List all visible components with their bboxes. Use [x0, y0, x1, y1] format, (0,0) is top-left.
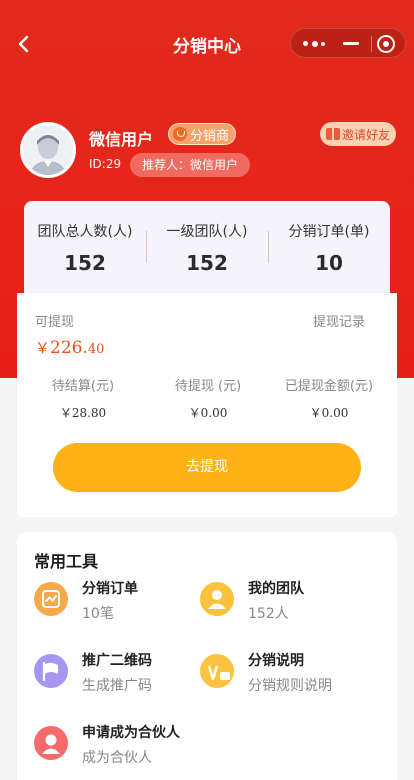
- order-icon: [34, 582, 68, 616]
- invite-label: 邀请好友: [341, 127, 390, 142]
- flag-icon: [34, 654, 68, 688]
- more-dots-icon: [321, 42, 325, 46]
- sub-value: ￥0.00: [188, 406, 228, 420]
- tool-title: 申请成为合伙人: [82, 725, 180, 741]
- invite-friends-button[interactable]: 邀请好友: [320, 122, 396, 146]
- capsule-divider: [371, 36, 372, 52]
- tool-subtitle: 152人: [248, 606, 289, 622]
- referrer-tag: 推荐人：微信用户: [130, 153, 251, 177]
- amount-integer: 226.: [50, 338, 88, 358]
- amount-currency: ￥: [35, 339, 51, 357]
- role-badge: 分销商: [168, 123, 237, 145]
- stat-team-total[interactable]: 团队总人数(人) 152: [24, 221, 146, 275]
- stat-value: 152: [64, 251, 106, 275]
- tool-promo-qrcode[interactable]: 推广二维码 生成推广码: [34, 650, 214, 702]
- avatar[interactable]: [20, 122, 76, 178]
- amount-decimal: 40: [87, 342, 105, 357]
- tool-my-team[interactable]: 我的团队 152人: [200, 578, 380, 630]
- partner-icon: [34, 726, 68, 760]
- tools-title: 常用工具: [34, 552, 99, 571]
- medal-icon: [173, 127, 187, 141]
- user-id: ID:29: [89, 157, 122, 171]
- sub-label: 已提现金额(元): [284, 379, 374, 394]
- team-icon: [200, 582, 234, 616]
- withdrawable-amount: ￥226.40: [35, 337, 104, 358]
- sub-value: ￥0.00: [309, 406, 349, 420]
- stat-value: 152: [186, 251, 228, 275]
- more-button[interactable]: [291, 29, 347, 59]
- tool-title: 推广二维码: [82, 653, 152, 669]
- close-dot-icon: [383, 41, 389, 47]
- sub-label: 待结算(元): [51, 379, 115, 394]
- gift-icon: [325, 128, 340, 140]
- minimize-icon: [343, 42, 359, 45]
- stat-distribution-orders[interactable]: 分销订单(单) 10: [268, 221, 390, 275]
- withdrawable-label: 可提现: [35, 315, 75, 330]
- withdraw-button[interactable]: 去提现: [53, 443, 361, 492]
- tool-apply-partner[interactable]: 申请成为合伙人 成为合伙人: [34, 722, 214, 774]
- tool-subtitle: 成为合伙人: [82, 750, 152, 766]
- sub-label: 待提现 (元): [174, 379, 242, 394]
- close-button[interactable]: [375, 33, 399, 55]
- nav-bar: 分销中心: [0, 22, 414, 66]
- wallet-card: 可提现 提现记录 ￥226.40 待结算(元) ￥28.80 待提现 (元) ￥…: [17, 293, 397, 517]
- stat-label: 团队总人数(人): [37, 224, 133, 240]
- role-badge-label: 分销商: [190, 128, 230, 144]
- vip-icon: [200, 654, 234, 688]
- tool-subtitle: 10笔: [82, 606, 114, 622]
- team-stats-card: 团队总人数(人) 152 一级团队(人) 152 分销订单(单) 10: [24, 201, 390, 301]
- pending-settlement: 待结算(元) ￥28.80: [23, 375, 143, 421]
- stat-label: 一级团队(人): [166, 224, 248, 240]
- withdraw-records-link[interactable]: 提现记录: [313, 311, 365, 330]
- tool-distribution-orders[interactable]: 分销订单 10笔: [34, 578, 214, 630]
- minimize-button[interactable]: [343, 29, 371, 59]
- mini-program-capsule: [290, 28, 406, 58]
- stat-label: 分销订单(单): [288, 224, 370, 240]
- default-avatar-icon: [23, 125, 73, 175]
- withdrawn-amount: 已提现金额(元) ￥0.00: [269, 375, 389, 421]
- sub-value: ￥28.80: [59, 406, 107, 420]
- tool-subtitle: 分销规则说明: [248, 678, 332, 694]
- more-dots-icon: [312, 41, 318, 47]
- more-dots-icon: [303, 41, 308, 46]
- tool-title: 分销说明: [248, 653, 304, 669]
- user-name: 微信用户: [89, 130, 154, 149]
- common-tools-card: 常用工具 分销订单 10笔 我的团队 152人 推广二维码 生成推广码 分销说明…: [17, 532, 397, 780]
- tool-title: 分销订单: [82, 581, 138, 597]
- pending-withdraw: 待提现 (元) ￥0.00: [148, 375, 268, 421]
- tool-subtitle: 生成推广码: [82, 678, 152, 694]
- stat-first-level-team[interactable]: 一级团队(人) 152: [146, 221, 268, 275]
- tool-title: 我的团队: [248, 581, 304, 597]
- stat-value: 10: [315, 251, 343, 275]
- tool-distribution-rules[interactable]: 分销说明 分销规则说明: [200, 650, 380, 702]
